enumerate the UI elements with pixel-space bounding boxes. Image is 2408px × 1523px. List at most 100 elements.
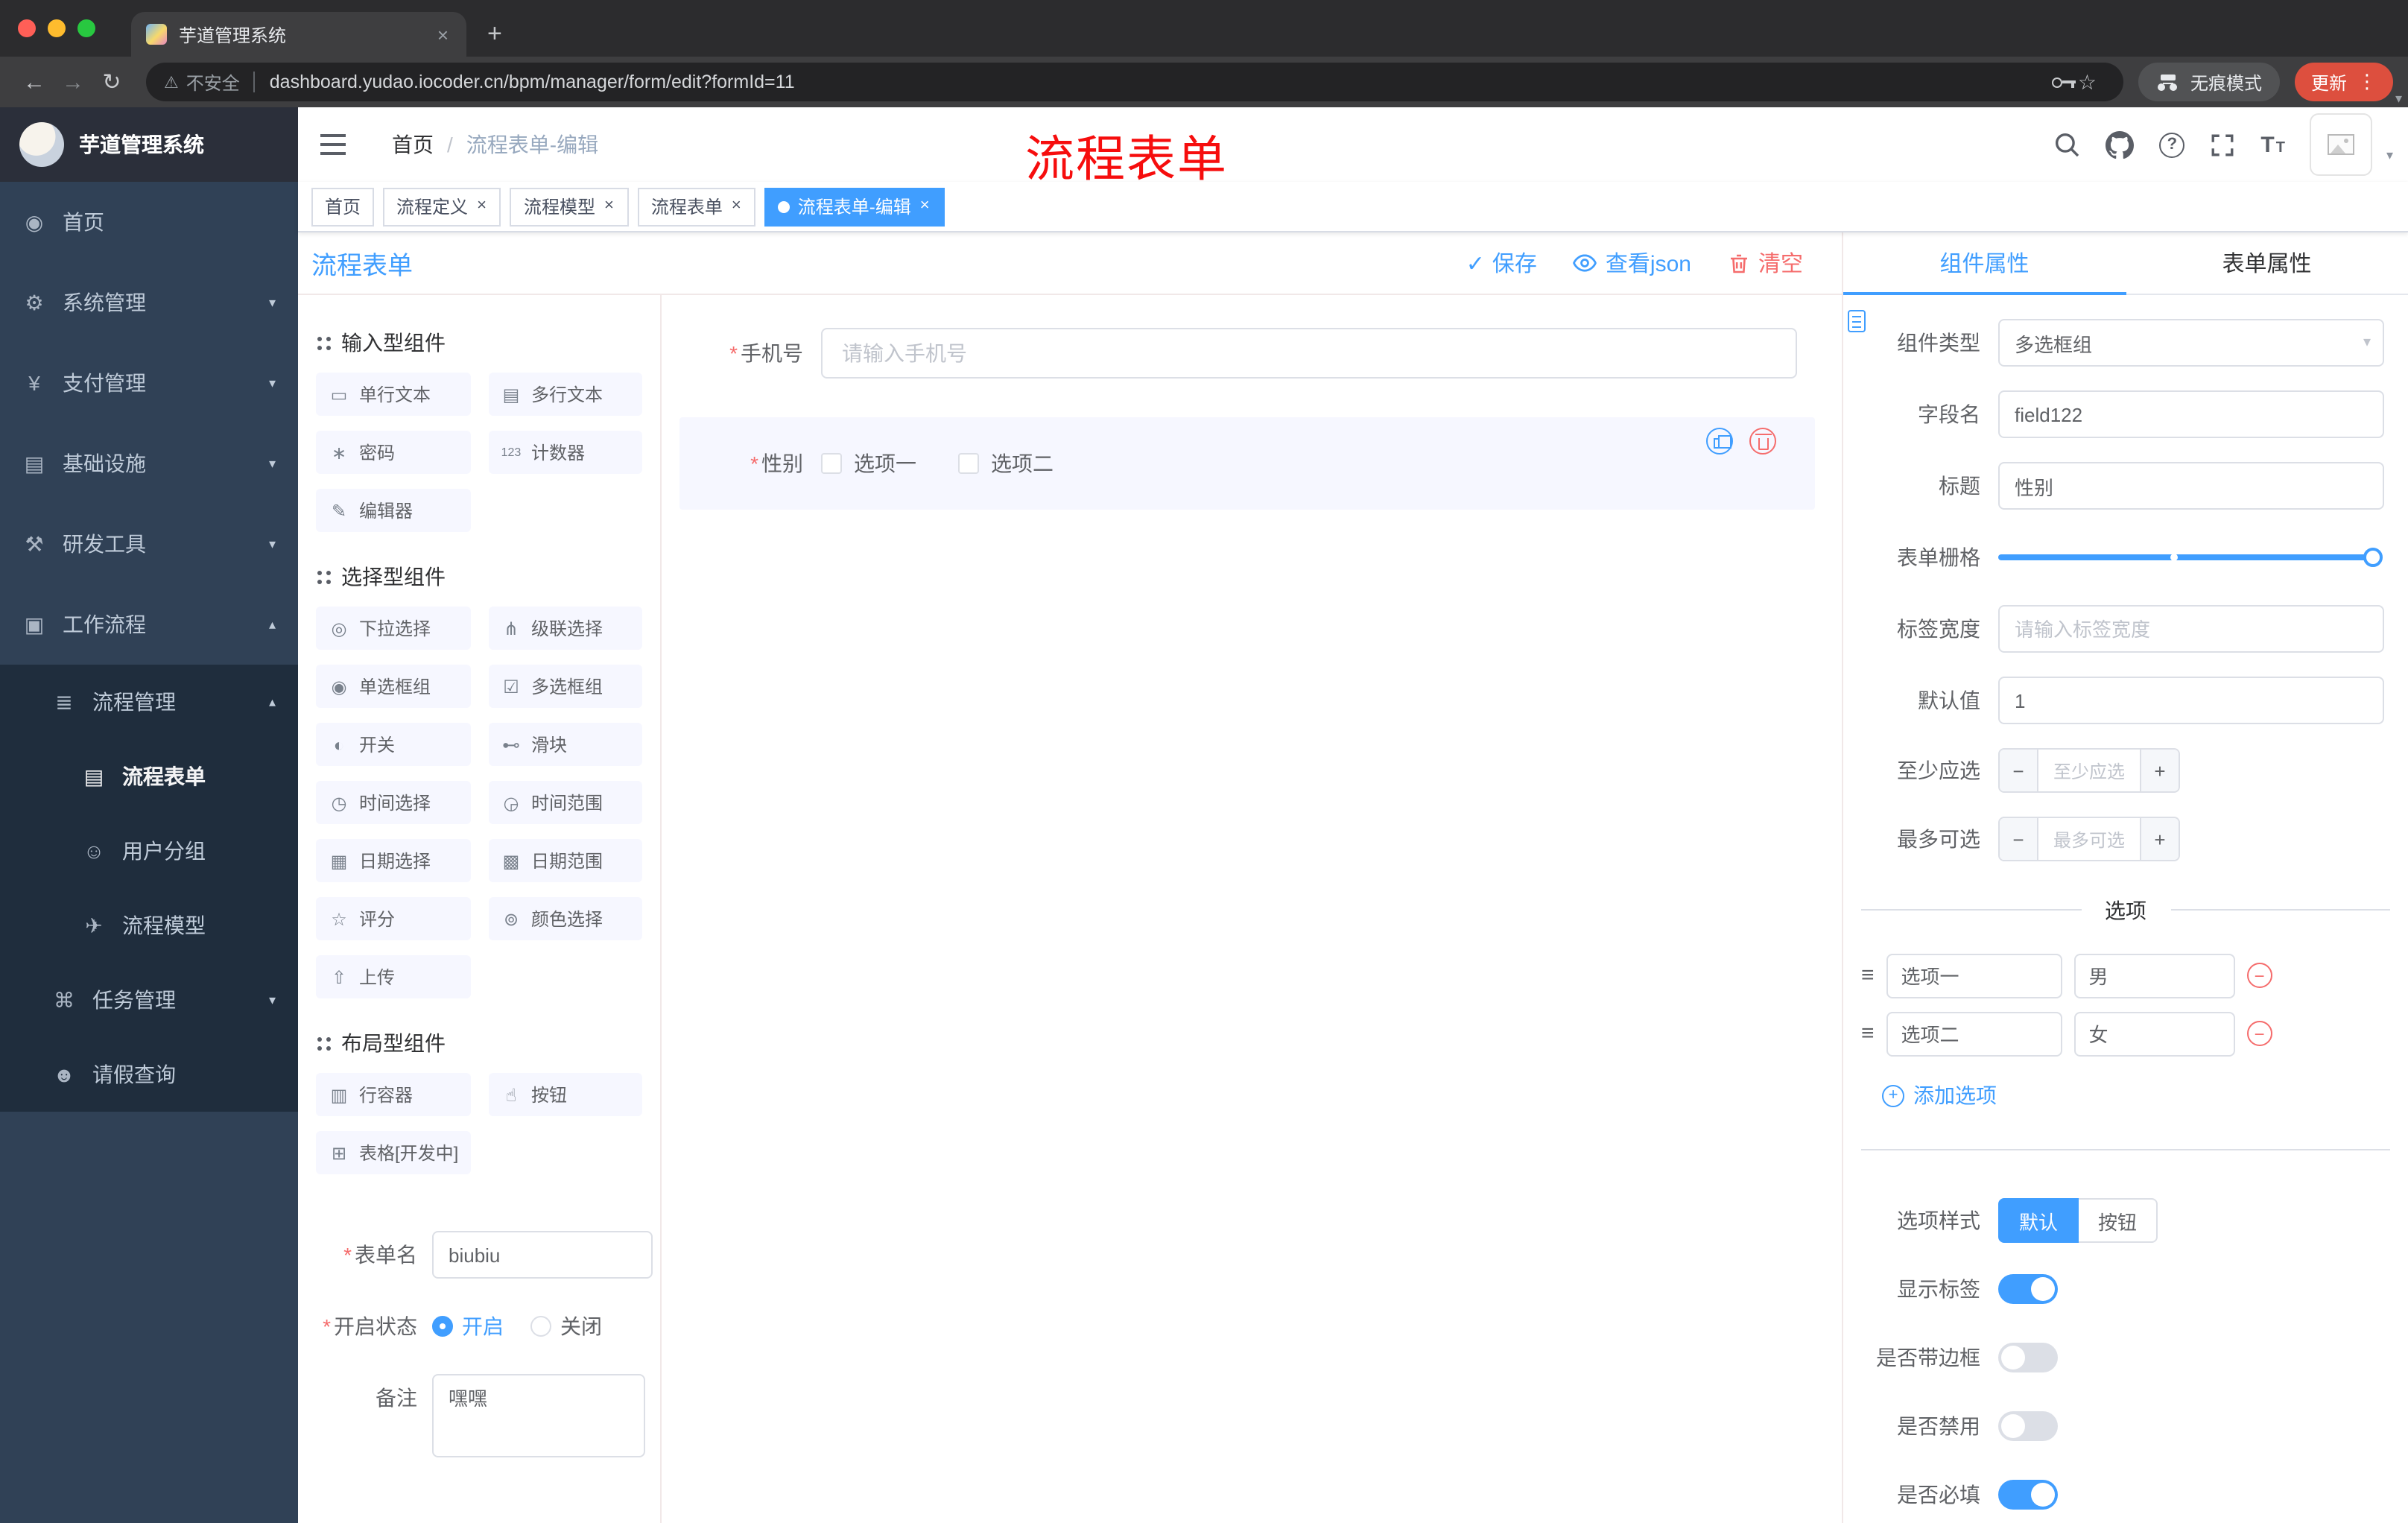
option-1-value-input[interactable] [2073, 953, 2235, 998]
option-drag-icon[interactable]: ≡ [1861, 963, 1875, 988]
tag-close-icon[interactable]: × [730, 197, 743, 216]
password-key-icon[interactable] [2052, 77, 2076, 88]
remove-option-button[interactable]: − [2246, 963, 2272, 988]
show-label-toggle[interactable] [1998, 1274, 2058, 1304]
increment-button[interactable]: + [2140, 818, 2179, 860]
palette-item-button[interactable]: ☝ 按钮 [488, 1073, 642, 1116]
status-on-radio[interactable]: 开启 [432, 1311, 504, 1341]
fullscreen-icon[interactable] [2210, 132, 2235, 157]
copy-component-button[interactable] [1706, 428, 1733, 455]
sidebar-item-payment[interactable]: ¥ 支付管理 ▾ [0, 343, 298, 423]
component-type-select[interactable]: 多选框组 ▾ [1998, 319, 2384, 367]
tag-home[interactable]: 首页 [311, 187, 375, 226]
style-button-button[interactable]: 按钮 [2079, 1198, 2158, 1243]
sidebar-logo[interactable]: 芋道管理系统 [0, 107, 298, 182]
phone-field-row[interactable]: * 手机号 [679, 328, 1842, 379]
tag-process-form[interactable]: 流程表单 × [637, 187, 756, 226]
palette-item-cascader[interactable]: ⋔ 级联选择 [488, 607, 642, 650]
address-bar[interactable]: ⚠ 不安全 dashboard.yudao.iocoder.cn/bpm/man… [146, 63, 2123, 101]
sidebar-item-task-manage[interactable]: ⌘ 任务管理 ▾ [0, 963, 298, 1037]
gender-field-row-selected[interactable]: * 性别 选项一 选项二 [679, 417, 1815, 510]
help-icon[interactable]: ? [2159, 132, 2185, 157]
palette-item-upload[interactable]: ⇧ 上传 [316, 955, 470, 998]
sidebar-item-system[interactable]: ⚙ 系统管理 ▾ [0, 262, 298, 343]
view-json-button[interactable]: 查看json [1573, 247, 1691, 279]
sidebar-item-infra[interactable]: ▤ 基础设施 ▾ [0, 423, 298, 504]
sidebar-item-home[interactable]: ◉ 首页 [0, 182, 298, 262]
option-2-name-input[interactable] [1886, 1011, 2062, 1056]
palette-item-switch[interactable]: ◐ 开关 [316, 723, 470, 766]
min-select-value[interactable]: 至少应选 [2038, 750, 2140, 791]
add-option-button[interactable]: + 添加选项 [1843, 1063, 2408, 1113]
max-select-value[interactable]: 最多可选 [2038, 818, 2140, 860]
disabled-toggle[interactable] [1998, 1411, 2058, 1441]
save-button[interactable]: ✓ 保存 [1466, 247, 1537, 279]
palette-item-row-container[interactable]: ▥ 行容器 [316, 1073, 470, 1116]
field-name-input[interactable] [1998, 390, 2384, 438]
delete-component-button[interactable] [1749, 428, 1776, 455]
avatar[interactable] [2310, 113, 2373, 176]
sidebar-item-leave-query[interactable]: ☻ 请假查询 [0, 1037, 298, 1112]
palette-item-color-picker[interactable]: ⊚ 颜色选择 [488, 897, 642, 940]
option-2-value-input[interactable] [2073, 1011, 2235, 1056]
palette-item-checkbox-group[interactable]: ☑ 多选框组 [488, 665, 642, 708]
sidebar-item-process-form[interactable]: ▤ 流程表单 [0, 739, 298, 814]
tag-process-model[interactable]: 流程模型 × [510, 187, 629, 226]
palette-item-textarea[interactable]: ▤ 多行文本 [488, 373, 642, 416]
sidebar-item-workflow[interactable]: ▣ 工作流程 ▴ [0, 584, 298, 665]
sidebar-item-process-manage[interactable]: ≣ 流程管理 ▴ [0, 665, 298, 739]
label-width-input[interactable] [1998, 605, 2384, 653]
status-off-radio[interactable]: 关闭 [530, 1311, 602, 1341]
phone-input[interactable] [821, 328, 1797, 379]
default-value-input[interactable] [1998, 677, 2384, 724]
palette-item-date-range[interactable]: ▩ 日期范围 [488, 839, 642, 882]
close-window-button[interactable] [18, 19, 36, 37]
tag-close-icon[interactable]: × [603, 197, 615, 216]
option-drag-icon[interactable]: ≡ [1861, 1021, 1875, 1046]
form-name-input[interactable] [432, 1231, 653, 1279]
security-label[interactable]: 不安全 [186, 69, 240, 95]
tag-close-icon[interactable]: × [475, 197, 488, 216]
search-icon[interactable] [2053, 131, 2080, 158]
gender-option-1-checkbox[interactable]: 选项一 [821, 449, 916, 478]
sidebar-item-user-group[interactable]: ☺ 用户分组 [0, 814, 298, 888]
gender-option-2-checkbox[interactable]: 选项二 [958, 449, 1054, 478]
reload-icon[interactable]: ↻ [92, 69, 131, 95]
tab-form-props[interactable]: 表单属性 [2126, 232, 2408, 294]
palette-item-counter[interactable]: 123 计数器 [488, 431, 642, 474]
toolbar-chevron-icon[interactable]: ▾ [2395, 91, 2402, 107]
back-icon[interactable]: ← [15, 69, 54, 95]
maximize-window-button[interactable] [77, 19, 95, 37]
required-toggle[interactable] [1998, 1480, 2058, 1510]
palette-item-single-text[interactable]: ▭ 单行文本 [316, 373, 470, 416]
font-size-icon[interactable]: TT [2260, 133, 2285, 156]
tag-process-form-edit[interactable]: 流程表单-编辑 × [764, 187, 945, 226]
github-icon[interactable] [2106, 130, 2135, 159]
browser-tab[interactable]: 芋道管理系统 × [131, 12, 466, 57]
decrement-button[interactable]: − [2000, 750, 2038, 791]
style-default-button[interactable]: 默认 [1998, 1198, 2079, 1243]
user-caret-icon[interactable]: ▾ [2386, 147, 2393, 163]
sidebar-item-process-model[interactable]: ✈ 流程模型 [0, 888, 298, 963]
minimize-window-button[interactable] [48, 19, 66, 37]
tab-component-props[interactable]: 组件属性 [1843, 232, 2126, 295]
palette-item-radio-group[interactable]: ◉ 单选框组 [316, 665, 470, 708]
bookmark-star-icon[interactable]: ☆ [2078, 69, 2097, 95]
breadcrumb-home[interactable]: 首页 [392, 130, 434, 159]
grid-slider[interactable] [1998, 548, 2383, 567]
palette-item-select[interactable]: ◎ 下拉选择 [316, 607, 470, 650]
clear-button[interactable]: 清空 [1727, 247, 1803, 279]
palette-item-table[interactable]: ⊞ 表格[开发中] [316, 1131, 470, 1174]
form-remark-textarea[interactable]: 嘿嘿 [432, 1374, 645, 1457]
slider-handle[interactable] [2363, 548, 2383, 567]
update-button[interactable]: 更新 ⋮ [2294, 63, 2393, 101]
increment-button[interactable]: + [2140, 750, 2179, 791]
sidebar-item-devtools[interactable]: ⚒ 研发工具 ▾ [0, 504, 298, 584]
palette-item-password[interactable]: ∗ 密码 [316, 431, 470, 474]
tag-process-definition[interactable]: 流程定义 × [383, 187, 501, 226]
title-input[interactable] [1998, 462, 2384, 510]
palette-item-date-picker[interactable]: ▦ 日期选择 [316, 839, 470, 882]
palette-item-slider[interactable]: ⊷ 滑块 [488, 723, 642, 766]
forward-icon[interactable]: → [54, 69, 92, 95]
palette-item-editor[interactable]: ✎ 编辑器 [316, 489, 470, 532]
